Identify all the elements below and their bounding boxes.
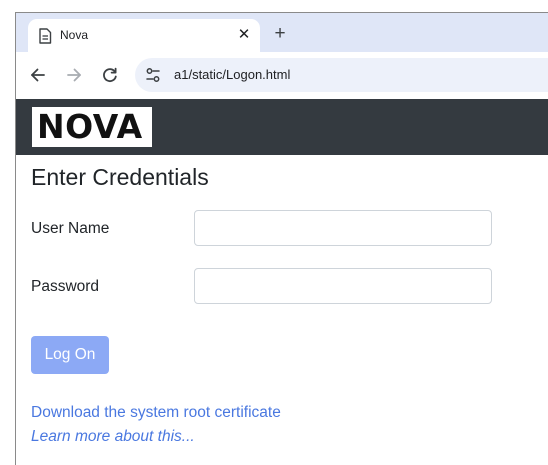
new-tab-button[interactable]: + (269, 23, 291, 45)
arrow-right-icon[interactable] (63, 64, 85, 86)
password-label: Password (31, 278, 100, 295)
page-title: Enter Credentials (31, 164, 209, 190)
reload-icon[interactable] (99, 64, 121, 86)
tune-icon[interactable] (144, 66, 162, 84)
address-bar[interactable]: a1/static/Logon.html (135, 58, 548, 92)
nova-logo: NOVA (32, 107, 152, 147)
tab-close-icon[interactable]: ✕ (234, 25, 254, 45)
browser-toolbar: a1/static/Logon.html (16, 52, 548, 99)
app-header: NOVA (16, 99, 548, 155)
log-on-button[interactable]: Log On (31, 336, 109, 374)
url-text[interactable]: a1/static/Logon.html (174, 66, 290, 84)
username-input[interactable] (194, 210, 492, 246)
learn-more-link[interactable]: Learn more about this... (31, 427, 195, 447)
tab-strip: Nova ✕ + (16, 13, 548, 52)
tab-title: Nova (60, 28, 89, 42)
browser-window: Nova ✕ + a1/static/Logon.html NOVA Enter… (0, 0, 548, 465)
document-icon (39, 28, 52, 44)
username-label: User Name (31, 220, 110, 237)
download-certificate-link[interactable]: Download the system root certificate (31, 403, 281, 423)
arrow-left-icon[interactable] (27, 64, 49, 86)
logon-form: Enter Credentials User Name Password Log… (16, 155, 548, 465)
logo-text: NOVA (37, 107, 143, 146)
tab-nova[interactable]: Nova ✕ (28, 19, 260, 52)
password-input[interactable] (194, 268, 492, 304)
